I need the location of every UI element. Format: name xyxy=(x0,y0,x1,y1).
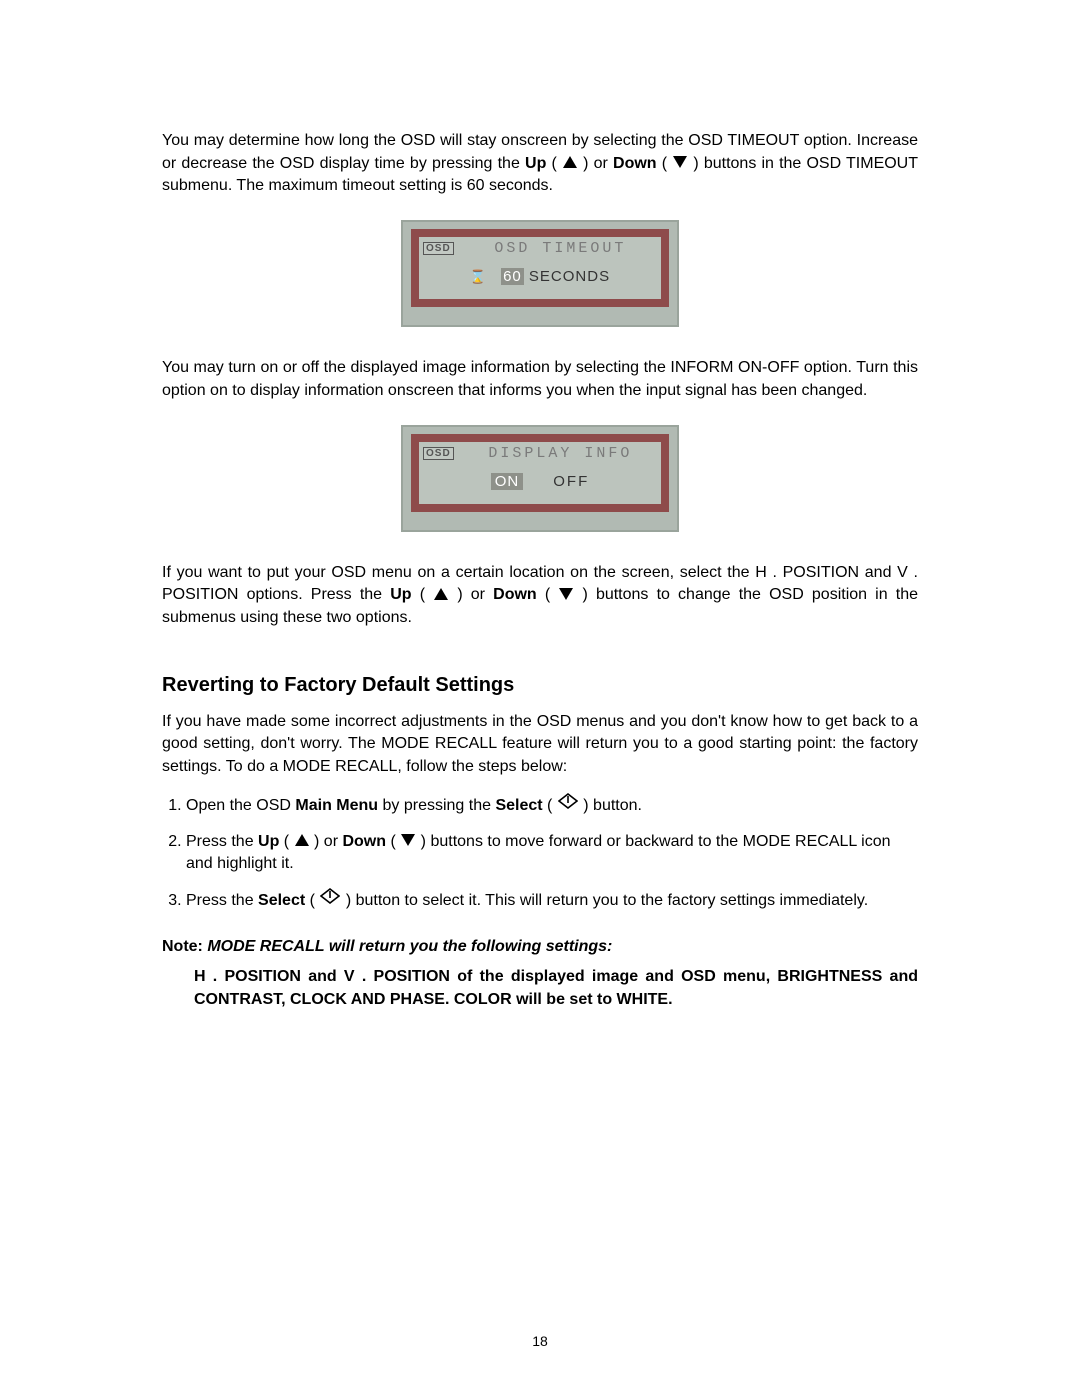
osd-timeout-screenshot: OSD OSD TIMEOUT ⌛ 60 SECONDS xyxy=(162,220,918,327)
section-heading: Reverting to Factory Default Settings xyxy=(162,674,918,697)
down-label: Down xyxy=(342,833,386,850)
osd-timeout-unit: SECONDS xyxy=(529,268,610,285)
text: ( xyxy=(412,586,434,603)
triangle-down-icon xyxy=(401,834,415,846)
text: ( xyxy=(279,833,293,850)
triangle-down-icon xyxy=(673,156,687,168)
text: Press the xyxy=(186,892,258,909)
text: ) button to select it. This will return … xyxy=(341,892,868,909)
text: ) or xyxy=(310,833,343,850)
text: ( xyxy=(546,155,562,172)
step-2: Press the Up ( ) or Down ( ) buttons to … xyxy=(186,831,918,876)
triangle-down-icon xyxy=(559,588,573,600)
steps-list: Open the OSD Main Menu by pressing the S… xyxy=(162,793,918,914)
select-label: Select xyxy=(495,797,542,814)
select-diamond-icon xyxy=(558,793,578,817)
text: ) or xyxy=(449,586,493,603)
text: by pressing the xyxy=(378,797,495,814)
triangle-up-icon xyxy=(434,588,448,600)
down-label: Down xyxy=(613,155,657,172)
note-heading: Note: MODE RECALL will return you the fo… xyxy=(162,936,918,959)
osd-on-option: ON xyxy=(491,473,524,490)
page-number: 18 xyxy=(0,1333,1080,1349)
text: ) or xyxy=(578,155,613,172)
document-page: You may determine how long the OSD will … xyxy=(0,0,1080,1397)
triangle-up-icon xyxy=(563,156,577,168)
text: ( xyxy=(543,797,557,814)
text: Press the xyxy=(186,833,258,850)
main-menu-label: Main Menu xyxy=(295,797,378,814)
text: ( xyxy=(657,155,673,172)
osd-off-option: OFF xyxy=(553,473,589,490)
up-label: Up xyxy=(390,586,411,603)
up-label: Up xyxy=(525,155,546,172)
paragraph-mode-recall-intro: If you have made some incorrect adjustme… xyxy=(162,711,918,779)
osd-timeout-value: 60 xyxy=(501,268,524,285)
text: ( xyxy=(386,833,400,850)
hourglass-icon: ⌛ xyxy=(470,269,487,285)
osd-menu-title: OSD TIMEOUT xyxy=(466,240,655,257)
note-prefix: Note: xyxy=(162,938,207,955)
note-italic: MODE RECALL will return you the followin… xyxy=(207,938,612,955)
up-label: Up xyxy=(258,833,279,850)
note-body: H . POSITION and V . POSITION of the dis… xyxy=(194,965,918,1011)
triangle-up-icon xyxy=(295,834,309,846)
select-diamond-icon xyxy=(320,888,340,912)
down-label: Down xyxy=(493,586,537,603)
text: Open the OSD xyxy=(186,797,295,814)
osd-display-info-screenshot: OSD DISPLAY INFO ON OFF xyxy=(162,425,918,532)
osd-menu-title: DISPLAY INFO xyxy=(466,445,655,462)
text: ( xyxy=(537,586,559,603)
text: ( xyxy=(305,892,319,909)
paragraph-osd-position: If you want to put your OSD menu on a ce… xyxy=(162,562,918,630)
select-label: Select xyxy=(258,892,305,909)
text: ) button. xyxy=(579,797,642,814)
step-3: Press the Select ( ) button to select it… xyxy=(186,888,918,914)
osd-badge: OSD xyxy=(423,447,454,460)
paragraph-inform-onoff: You may turn on or off the displayed ima… xyxy=(162,357,918,402)
paragraph-osd-timeout: You may determine how long the OSD will … xyxy=(162,130,918,198)
osd-badge: OSD xyxy=(423,242,454,255)
step-1: Open the OSD Main Menu by pressing the S… xyxy=(186,793,918,819)
